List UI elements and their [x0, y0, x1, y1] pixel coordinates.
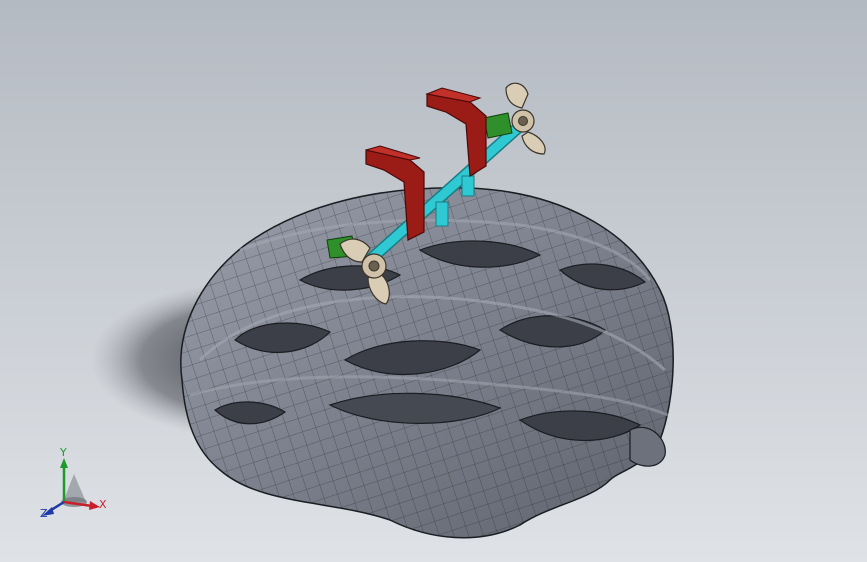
helmet-body[interactable]	[180, 186, 674, 539]
post-2	[461, 175, 475, 197]
pad-right	[483, 112, 513, 139]
post-1	[435, 201, 449, 227]
z-axis-label: Z	[40, 507, 48, 520]
x-axis-label: X	[99, 498, 107, 511]
model-scene[interactable]	[0, 0, 867, 562]
y-axis-label: Y	[59, 446, 67, 459]
coordinate-triad: Y X Z	[40, 446, 107, 520]
graphics-viewport[interactable]: Y X Z	[0, 0, 867, 562]
